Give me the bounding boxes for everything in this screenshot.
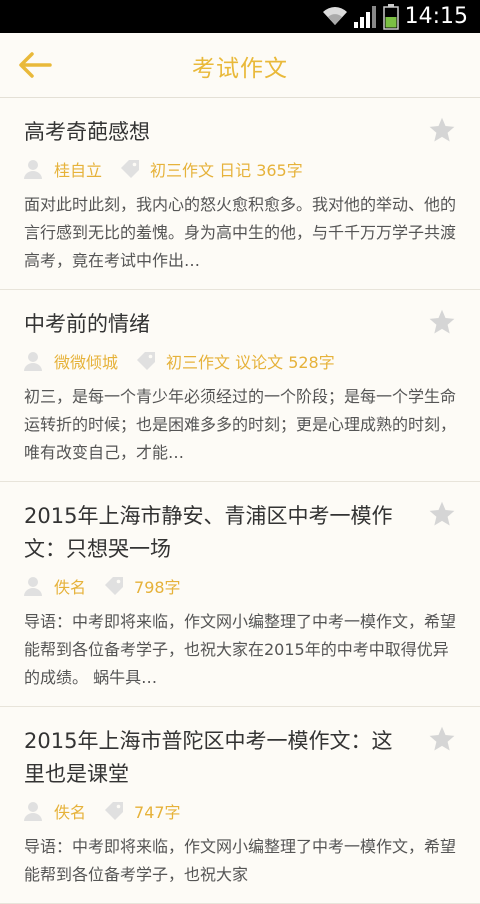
- article-meta: 微微倾城 初三作文 议论文 528字: [24, 345, 456, 377]
- article-author: 桂自立: [54, 161, 103, 180]
- list-item[interactable]: 2015年上海市静安、青浦区中考一模作文：只想哭一场 佚名 798字 导语：中考…: [0, 482, 480, 707]
- clock: 14:15: [404, 4, 468, 29]
- app-header: 考试作文: [0, 33, 480, 98]
- tag-icon: [105, 577, 124, 595]
- article-meta: 桂自立 初三作文 日记 365字: [24, 153, 456, 185]
- user-icon: [24, 352, 42, 371]
- article-excerpt: 导语：中考即将来临，作文网小编整理了中考一模作文，希望能帮到各位备考学子，也祝大…: [24, 612, 456, 687]
- tag-icon: [105, 802, 124, 820]
- tag-icon: [137, 352, 156, 370]
- article-excerpt: 面对此时此刻，我内心的怒火愈积愈多。我对他的举动、他的言行感到无比的羞愧。身为高…: [24, 195, 456, 270]
- article-meta: 佚名 798字: [24, 570, 456, 602]
- article-excerpt: 导语：中考即将来临，作文网小编整理了中考一模作文，希望能帮到各位备考学子，也祝大…: [24, 837, 456, 884]
- article-meta: 佚名 747字: [24, 795, 456, 827]
- article-excerpt: 初三，是每一个青少年必须经过的一个阶段；是每一个学生命运转折的时候；也是困难多多…: [24, 387, 456, 462]
- article-tags: 初三作文 日记 365字: [150, 161, 303, 180]
- user-icon: [24, 577, 42, 596]
- star-icon[interactable]: [428, 500, 456, 528]
- signal-icon: [354, 6, 376, 28]
- list-item[interactable]: 中考前的情绪 微微倾城 初三作文 议论文 528字 初三，是每一个青少年必须经过…: [0, 290, 480, 482]
- article-tags: 747字: [134, 803, 181, 822]
- star-icon[interactable]: [428, 725, 456, 753]
- list-item[interactable]: 高考奇葩感想 桂自立 初三作文 日记 365字 面对此时此刻，我内心的怒火愈积愈…: [0, 98, 480, 290]
- star-icon[interactable]: [428, 116, 456, 144]
- page-title: 考试作文: [192, 56, 288, 82]
- article-title: 中考前的情绪: [24, 312, 150, 336]
- article-tags: 初三作文 议论文 528字: [166, 353, 335, 372]
- user-icon: [24, 160, 42, 179]
- status-bar: 14:15: [0, 0, 480, 33]
- battery-icon: [383, 4, 399, 30]
- article-title: 2015年上海市静安、青浦区中考一模作文：只想哭一场: [24, 504, 393, 561]
- list-item[interactable]: 2015年上海市普陀区中考一模作文：这里也是课堂 佚名 747字 导语：中考即将…: [0, 707, 480, 904]
- article-title: 2015年上海市普陀区中考一模作文：这里也是课堂: [24, 729, 393, 786]
- article-author: 佚名: [54, 578, 87, 597]
- article-title: 高考奇葩感想: [24, 120, 150, 144]
- wifi-icon: [323, 7, 347, 25]
- star-icon[interactable]: [428, 308, 456, 336]
- article-author: 微微倾城: [54, 353, 119, 372]
- article-author: 佚名: [54, 803, 87, 822]
- article-tags: 798字: [134, 578, 181, 597]
- user-icon: [24, 802, 42, 821]
- tag-icon: [121, 160, 140, 178]
- article-list: 高考奇葩感想 桂自立 初三作文 日记 365字 面对此时此刻，我内心的怒火愈积愈…: [0, 98, 480, 904]
